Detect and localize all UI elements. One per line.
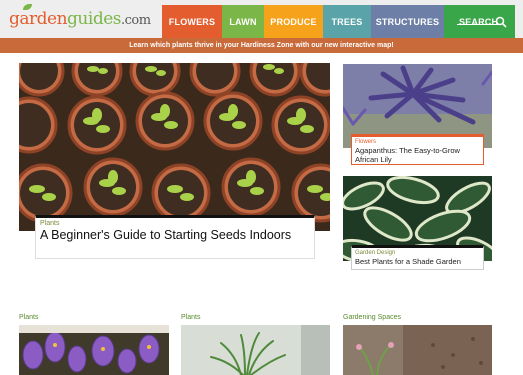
side-article-2-category[interactable]: Garden Design: [355, 250, 480, 256]
potted-plant-image[interactable]: [181, 325, 330, 375]
crocus-photo: [19, 325, 169, 375]
search-label: SEARCH: [459, 16, 499, 27]
search-input[interactable]: [457, 24, 499, 25]
nav-produce[interactable]: PRODUCE: [264, 5, 323, 38]
featured-title[interactable]: A Beginner's Guide to Starting Seeds Ind…: [40, 229, 310, 242]
nav-flowers[interactable]: FLOWERS: [162, 5, 222, 38]
nav-lawn[interactable]: LAWN: [222, 5, 264, 38]
crocus-image[interactable]: [19, 325, 169, 375]
side-article-2-title[interactable]: Best Plants for a Shade Garden: [355, 257, 480, 266]
search-icon[interactable]: [495, 16, 507, 28]
side-article-1-category[interactable]: Flowers: [355, 139, 480, 145]
search-box[interactable]: SEARCH: [444, 5, 515, 38]
site-logo[interactable]: gardenguides.com: [9, 9, 151, 29]
featured-article-card[interactable]: Plants A Beginner's Guide to Starting Se…: [35, 215, 315, 259]
section-label-plants[interactable]: Plants: [19, 314, 38, 321]
gardening-space-photo: [343, 325, 492, 375]
gardening-space-image[interactable]: [343, 325, 492, 375]
featured-image[interactable]: [19, 63, 330, 231]
nav-structures[interactable]: STRUCTURES: [371, 5, 444, 38]
site-header: gardenguides.com FLOWERS LAWN PRODUCE TR…: [0, 0, 523, 38]
seedling-pots-image: [19, 63, 330, 231]
side-article-1-title[interactable]: Agapanthus: The Easy-to-Grow African Lil…: [355, 146, 480, 164]
section-label-plants-2[interactable]: Plants: [181, 314, 200, 321]
potted-plant-photo: [181, 325, 330, 375]
nav-trees[interactable]: TREES: [323, 5, 371, 38]
featured-category[interactable]: Plants: [40, 220, 310, 227]
side-article-card-1[interactable]: Flowers Agapanthus: The Easy-to-Grow Afr…: [351, 134, 484, 165]
section-label-gardening-spaces[interactable]: Gardening Spaces: [343, 314, 401, 321]
side-article-card-2[interactable]: Garden Design Best Plants for a Shade Ga…: [351, 245, 484, 270]
hardiness-zone-banner[interactable]: Learn which plants thrive in your Hardin…: [0, 38, 523, 53]
